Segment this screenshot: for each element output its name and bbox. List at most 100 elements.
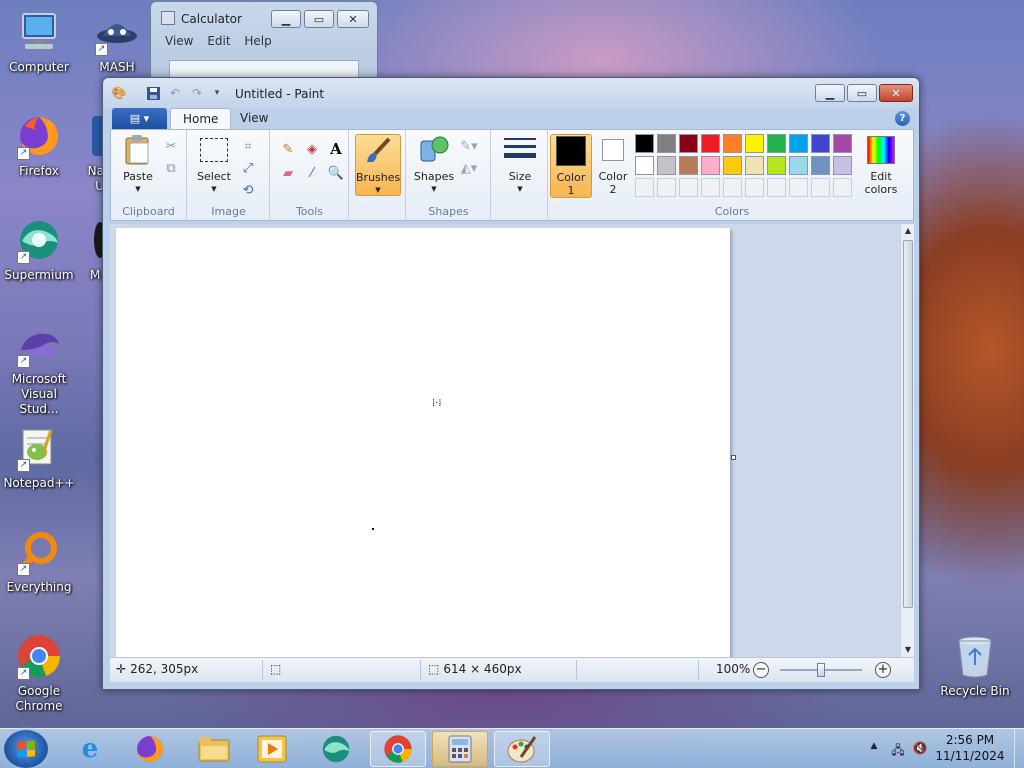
calculator-menu-view[interactable]: View <box>165 34 193 48</box>
network-icon[interactable]: 🖧 <box>890 741 906 757</box>
taskbar-calculator[interactable] <box>432 731 488 767</box>
taskbar-internet-explorer[interactable]: e <box>62 731 118 767</box>
desktop-icon-everything[interactable]: ↗ Everything <box>0 528 78 595</box>
brushes-button[interactable]: Brushes ▼ <box>355 134 401 196</box>
desktop-icon-supermium[interactable]: ↗ Supermium <box>0 216 78 283</box>
taskbar-firefox[interactable] <box>122 731 178 767</box>
text-icon[interactable]: A <box>325 138 347 160</box>
palette-color-swatch[interactable] <box>701 156 720 175</box>
calculator-close-button[interactable]: ✕ <box>337 10 369 28</box>
color-picker-icon[interactable]: ⁄ <box>301 162 323 184</box>
taskbar-file-explorer[interactable] <box>186 731 242 767</box>
vertical-scrollbar[interactable]: ▲ ▼ <box>900 224 914 657</box>
show-desktop-button[interactable] <box>1014 729 1024 768</box>
palette-color-swatch[interactable] <box>723 156 742 175</box>
palette-color-swatch[interactable] <box>723 134 742 153</box>
calculator-maximize-button[interactable]: ▭ <box>304 10 334 28</box>
paste-button[interactable]: Paste ▼ <box>115 134 161 196</box>
close-button[interactable]: ✕ <box>879 84 913 102</box>
minimize-button[interactable]: ▁ <box>815 84 845 102</box>
calculator-menu-help[interactable]: Help <box>244 34 271 48</box>
outline-icon[interactable]: ✎▾ <box>459 136 479 156</box>
volume-muted-icon[interactable]: 🔇 <box>912 741 928 757</box>
calculator-window[interactable]: Calculator ▁ ▭ ✕ View Edit Help <box>150 1 378 81</box>
desktop-icon-google-chrome[interactable]: ↗ Google Chrome <box>0 632 78 714</box>
drawing-canvas[interactable]: ⁞·⁞ <box>116 228 730 657</box>
palette-color-swatch[interactable] <box>679 134 698 153</box>
eraser-icon[interactable]: ▰ <box>277 162 299 184</box>
maximize-button[interactable]: ▭ <box>847 84 877 102</box>
fill-shape-icon[interactable]: ◭▾ <box>459 158 479 178</box>
start-button[interactable] <box>4 730 48 768</box>
canvas-resize-handle[interactable] <box>731 455 736 460</box>
palette-custom-slot[interactable] <box>701 178 720 197</box>
scroll-thumb[interactable] <box>903 240 913 608</box>
palette-custom-slot[interactable] <box>635 178 654 197</box>
palette-color-swatch[interactable] <box>767 134 786 153</box>
paint-titlebar[interactable]: 🎨 ↶ ↷ ▾ Untitled - Paint ▁ ▭ ✕ <box>103 78 919 108</box>
select-button[interactable]: Select ▼ <box>192 134 236 196</box>
palette-color-swatch[interactable] <box>833 134 852 153</box>
shapes-button[interactable]: Shapes ▼ <box>411 134 457 196</box>
taskbar-supermium[interactable] <box>308 731 364 767</box>
palette-color-swatch[interactable] <box>745 134 764 153</box>
save-icon[interactable] <box>145 85 161 101</box>
calculator-minimize-button[interactable]: ▁ <box>271 10 301 28</box>
palette-custom-slot[interactable] <box>811 178 830 197</box>
palette-custom-slot[interactable] <box>789 178 808 197</box>
resize-icon[interactable]: ⤢ <box>238 158 258 178</box>
pencil-icon[interactable]: ✎ <box>277 138 299 160</box>
palette-color-swatch[interactable] <box>767 156 786 175</box>
palette-color-swatch[interactable] <box>811 134 830 153</box>
edit-colors-button[interactable]: Edit colors <box>857 134 905 196</box>
palette-custom-slot[interactable] <box>723 178 742 197</box>
desktop-icon-mash[interactable]: ↗ MASH <box>78 8 156 75</box>
palette-color-swatch[interactable] <box>657 134 676 153</box>
taskbar-media-player[interactable] <box>244 731 300 767</box>
palette-color-swatch[interactable] <box>635 156 654 175</box>
palette-custom-slot[interactable] <box>745 178 764 197</box>
redo-icon[interactable]: ↷ <box>189 85 205 101</box>
desktop-icon-recycle-bin[interactable]: Recycle Bin <box>936 632 1014 699</box>
paint-menu-button[interactable]: ▤ ▾ <box>112 108 167 129</box>
paint-app-icon[interactable]: 🎨 <box>111 85 127 101</box>
desktop-icon-notepad-plus-plus[interactable]: ↗ Notepad++ <box>0 424 78 491</box>
help-icon[interactable]: ? <box>895 111 910 126</box>
scroll-up-icon[interactable]: ▲ <box>901 224 915 238</box>
color2-button[interactable]: Color 2 <box>593 134 633 196</box>
rotate-icon[interactable]: ⟲ <box>238 180 258 200</box>
palette-color-swatch[interactable] <box>789 156 808 175</box>
zoom-out-button[interactable]: − <box>753 662 769 678</box>
calculator-menu-edit[interactable]: Edit <box>207 34 230 48</box>
palette-color-swatch[interactable] <box>745 156 764 175</box>
tab-view[interactable]: View <box>228 108 280 130</box>
tab-home[interactable]: Home <box>170 108 232 130</box>
palette-color-swatch[interactable] <box>811 156 830 175</box>
zoom-slider-thumb[interactable] <box>817 663 825 677</box>
palette-color-swatch[interactable] <box>833 156 852 175</box>
desktop-icon-visual-studio[interactable]: ↗ Microsoft Visual Stud... <box>0 320 78 417</box>
customize-qat-icon[interactable]: ▾ <box>209 85 225 101</box>
cut-icon[interactable]: ✂ <box>161 136 181 156</box>
copy-icon[interactable]: ⧉ <box>161 158 181 178</box>
taskbar-paint[interactable] <box>494 731 550 767</box>
magnifier-icon[interactable]: 🔍 <box>325 162 347 184</box>
zoom-in-button[interactable]: + <box>875 662 891 678</box>
desktop-icon-computer[interactable]: Computer <box>0 8 78 75</box>
palette-custom-slot[interactable] <box>767 178 786 197</box>
palette-color-swatch[interactable] <box>789 134 808 153</box>
taskbar-chrome[interactable] <box>370 731 426 767</box>
palette-custom-slot[interactable] <box>679 178 698 197</box>
undo-icon[interactable]: ↶ <box>167 85 183 101</box>
crop-icon[interactable]: ⌗ <box>238 136 258 156</box>
palette-custom-slot[interactable] <box>657 178 676 197</box>
show-hidden-icons-icon[interactable]: ▲ <box>866 741 882 757</box>
fill-icon[interactable]: ◈ <box>301 138 323 160</box>
palette-color-swatch[interactable] <box>701 134 720 153</box>
scroll-down-icon[interactable]: ▼ <box>901 643 915 657</box>
palette-custom-slot[interactable] <box>833 178 852 197</box>
clock[interactable]: 2:56 PM 11/11/2024 <box>930 732 1010 764</box>
desktop-icon-firefox[interactable]: ↗ Firefox <box>0 112 78 179</box>
color1-button[interactable]: Color 1 <box>550 134 592 198</box>
palette-color-swatch[interactable] <box>635 134 654 153</box>
